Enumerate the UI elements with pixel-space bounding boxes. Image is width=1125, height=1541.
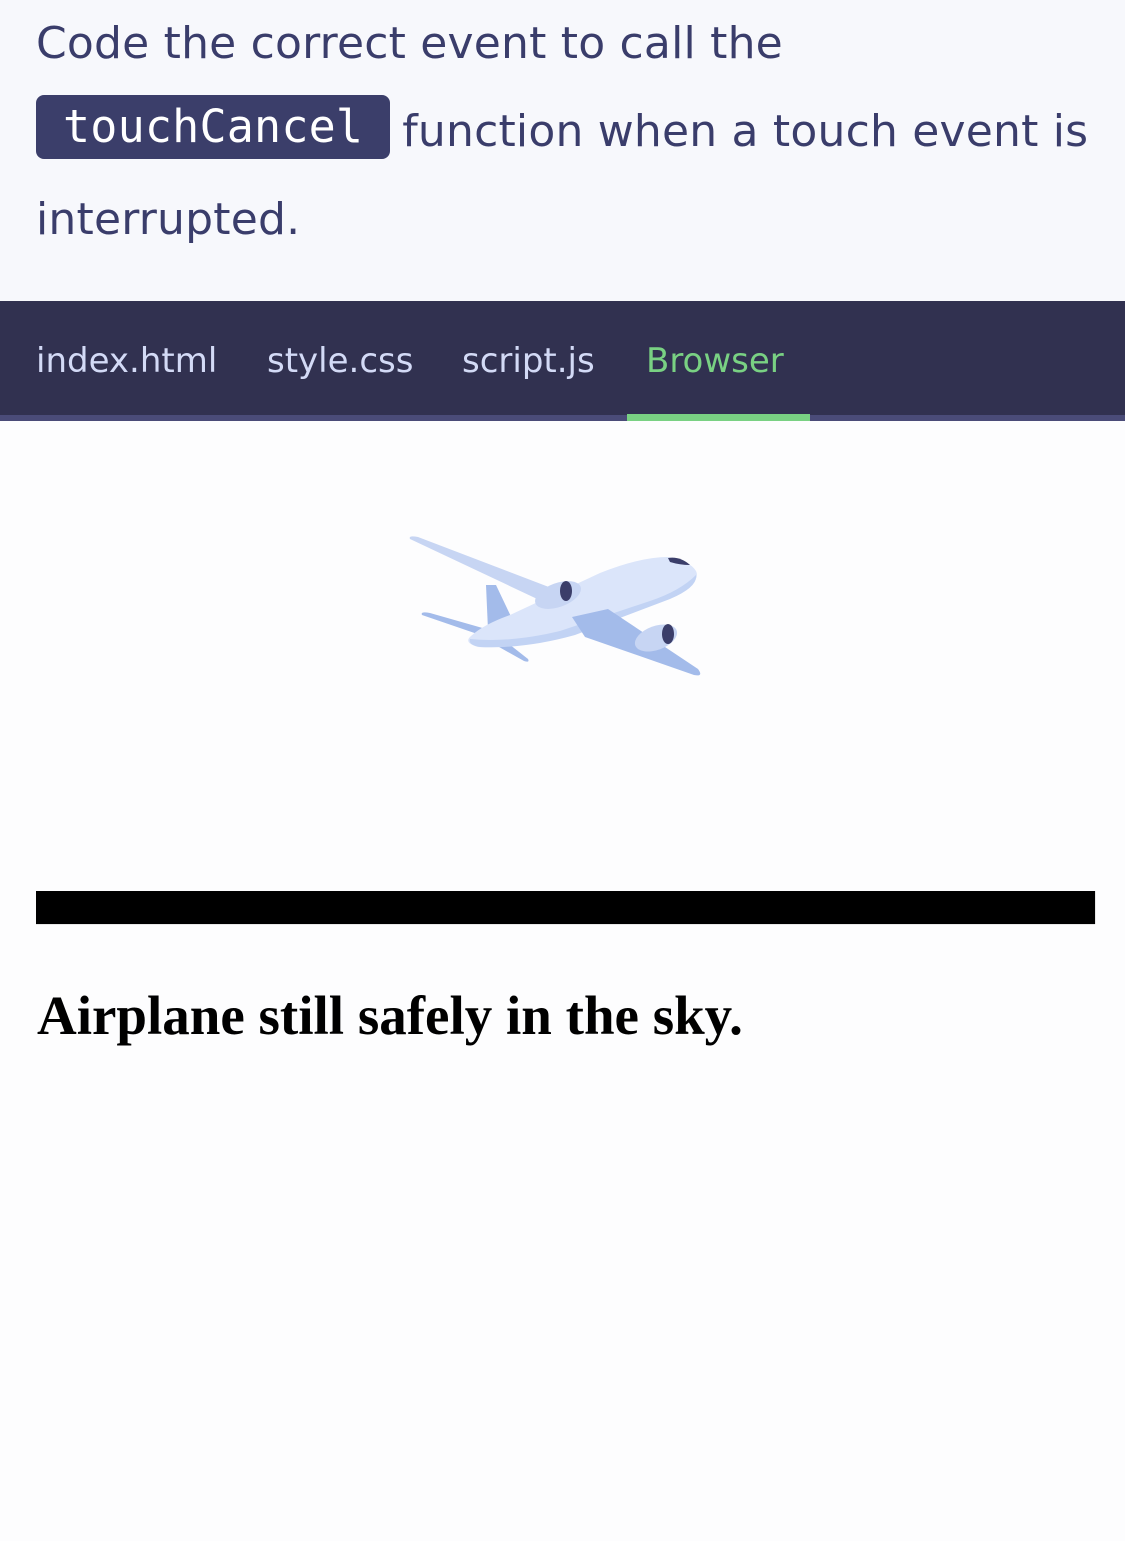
tab-index-html[interactable]: index.html (36, 301, 217, 415)
instruction-panel: Code the correct event to call the touchC… (0, 0, 1125, 301)
status-message: Airplane still safely in the sky. (37, 985, 743, 1046)
tab-script-js[interactable]: script.js (462, 301, 595, 415)
airplane-icon[interactable] (400, 525, 710, 685)
tab-style-css[interactable]: style.css (267, 301, 413, 415)
tab-bar: index.html style.css script.js Browser (0, 301, 1125, 421)
plane-engine-back-intake (560, 581, 572, 601)
active-tab-indicator (627, 414, 810, 421)
instruction-text-before: Code the correct event to call the (36, 18, 783, 69)
instruction-text: Code the correct event to call the touchC… (36, 0, 1089, 264)
plane-engine-front-intake (662, 624, 674, 644)
black-bar (36, 891, 1095, 924)
tab-browser[interactable]: Browser (646, 301, 784, 415)
code-snippet: touchCancel (36, 95, 391, 159)
